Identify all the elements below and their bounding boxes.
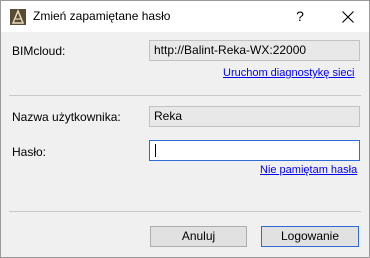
close-button[interactable] <box>327 1 369 32</box>
bimcloud-server-field: http://Balint-Reka-WX:22000 <box>149 40 360 61</box>
separator <box>9 211 361 212</box>
password-label: Hasło: <box>12 145 47 159</box>
network-diagnostics-link[interactable]: Uruchom diagnostykę sieci <box>223 67 354 79</box>
bimcloud-label: BIMcloud: <box>12 44 66 58</box>
forgot-password-link[interactable]: Nie pamiętam hasła <box>260 164 357 176</box>
close-icon <box>342 11 354 23</box>
separator <box>9 95 361 96</box>
login-button[interactable]: Logowanie <box>261 226 359 247</box>
dialog-window: Zmień zapamiętane hasło ? BIMcloud: http… <box>0 0 370 258</box>
username-field: Reka <box>149 106 360 127</box>
text-caret <box>155 144 156 157</box>
password-input[interactable] <box>149 140 360 161</box>
cancel-button[interactable]: Anuluj <box>150 226 247 247</box>
help-button[interactable]: ? <box>285 1 315 32</box>
username-label: Nazwa użytkownika: <box>12 110 121 124</box>
archicad-icon <box>10 9 26 25</box>
title-bar: Zmień zapamiętane hasło ? <box>1 1 369 32</box>
window-title: Zmień zapamiętane hasło <box>33 9 171 23</box>
